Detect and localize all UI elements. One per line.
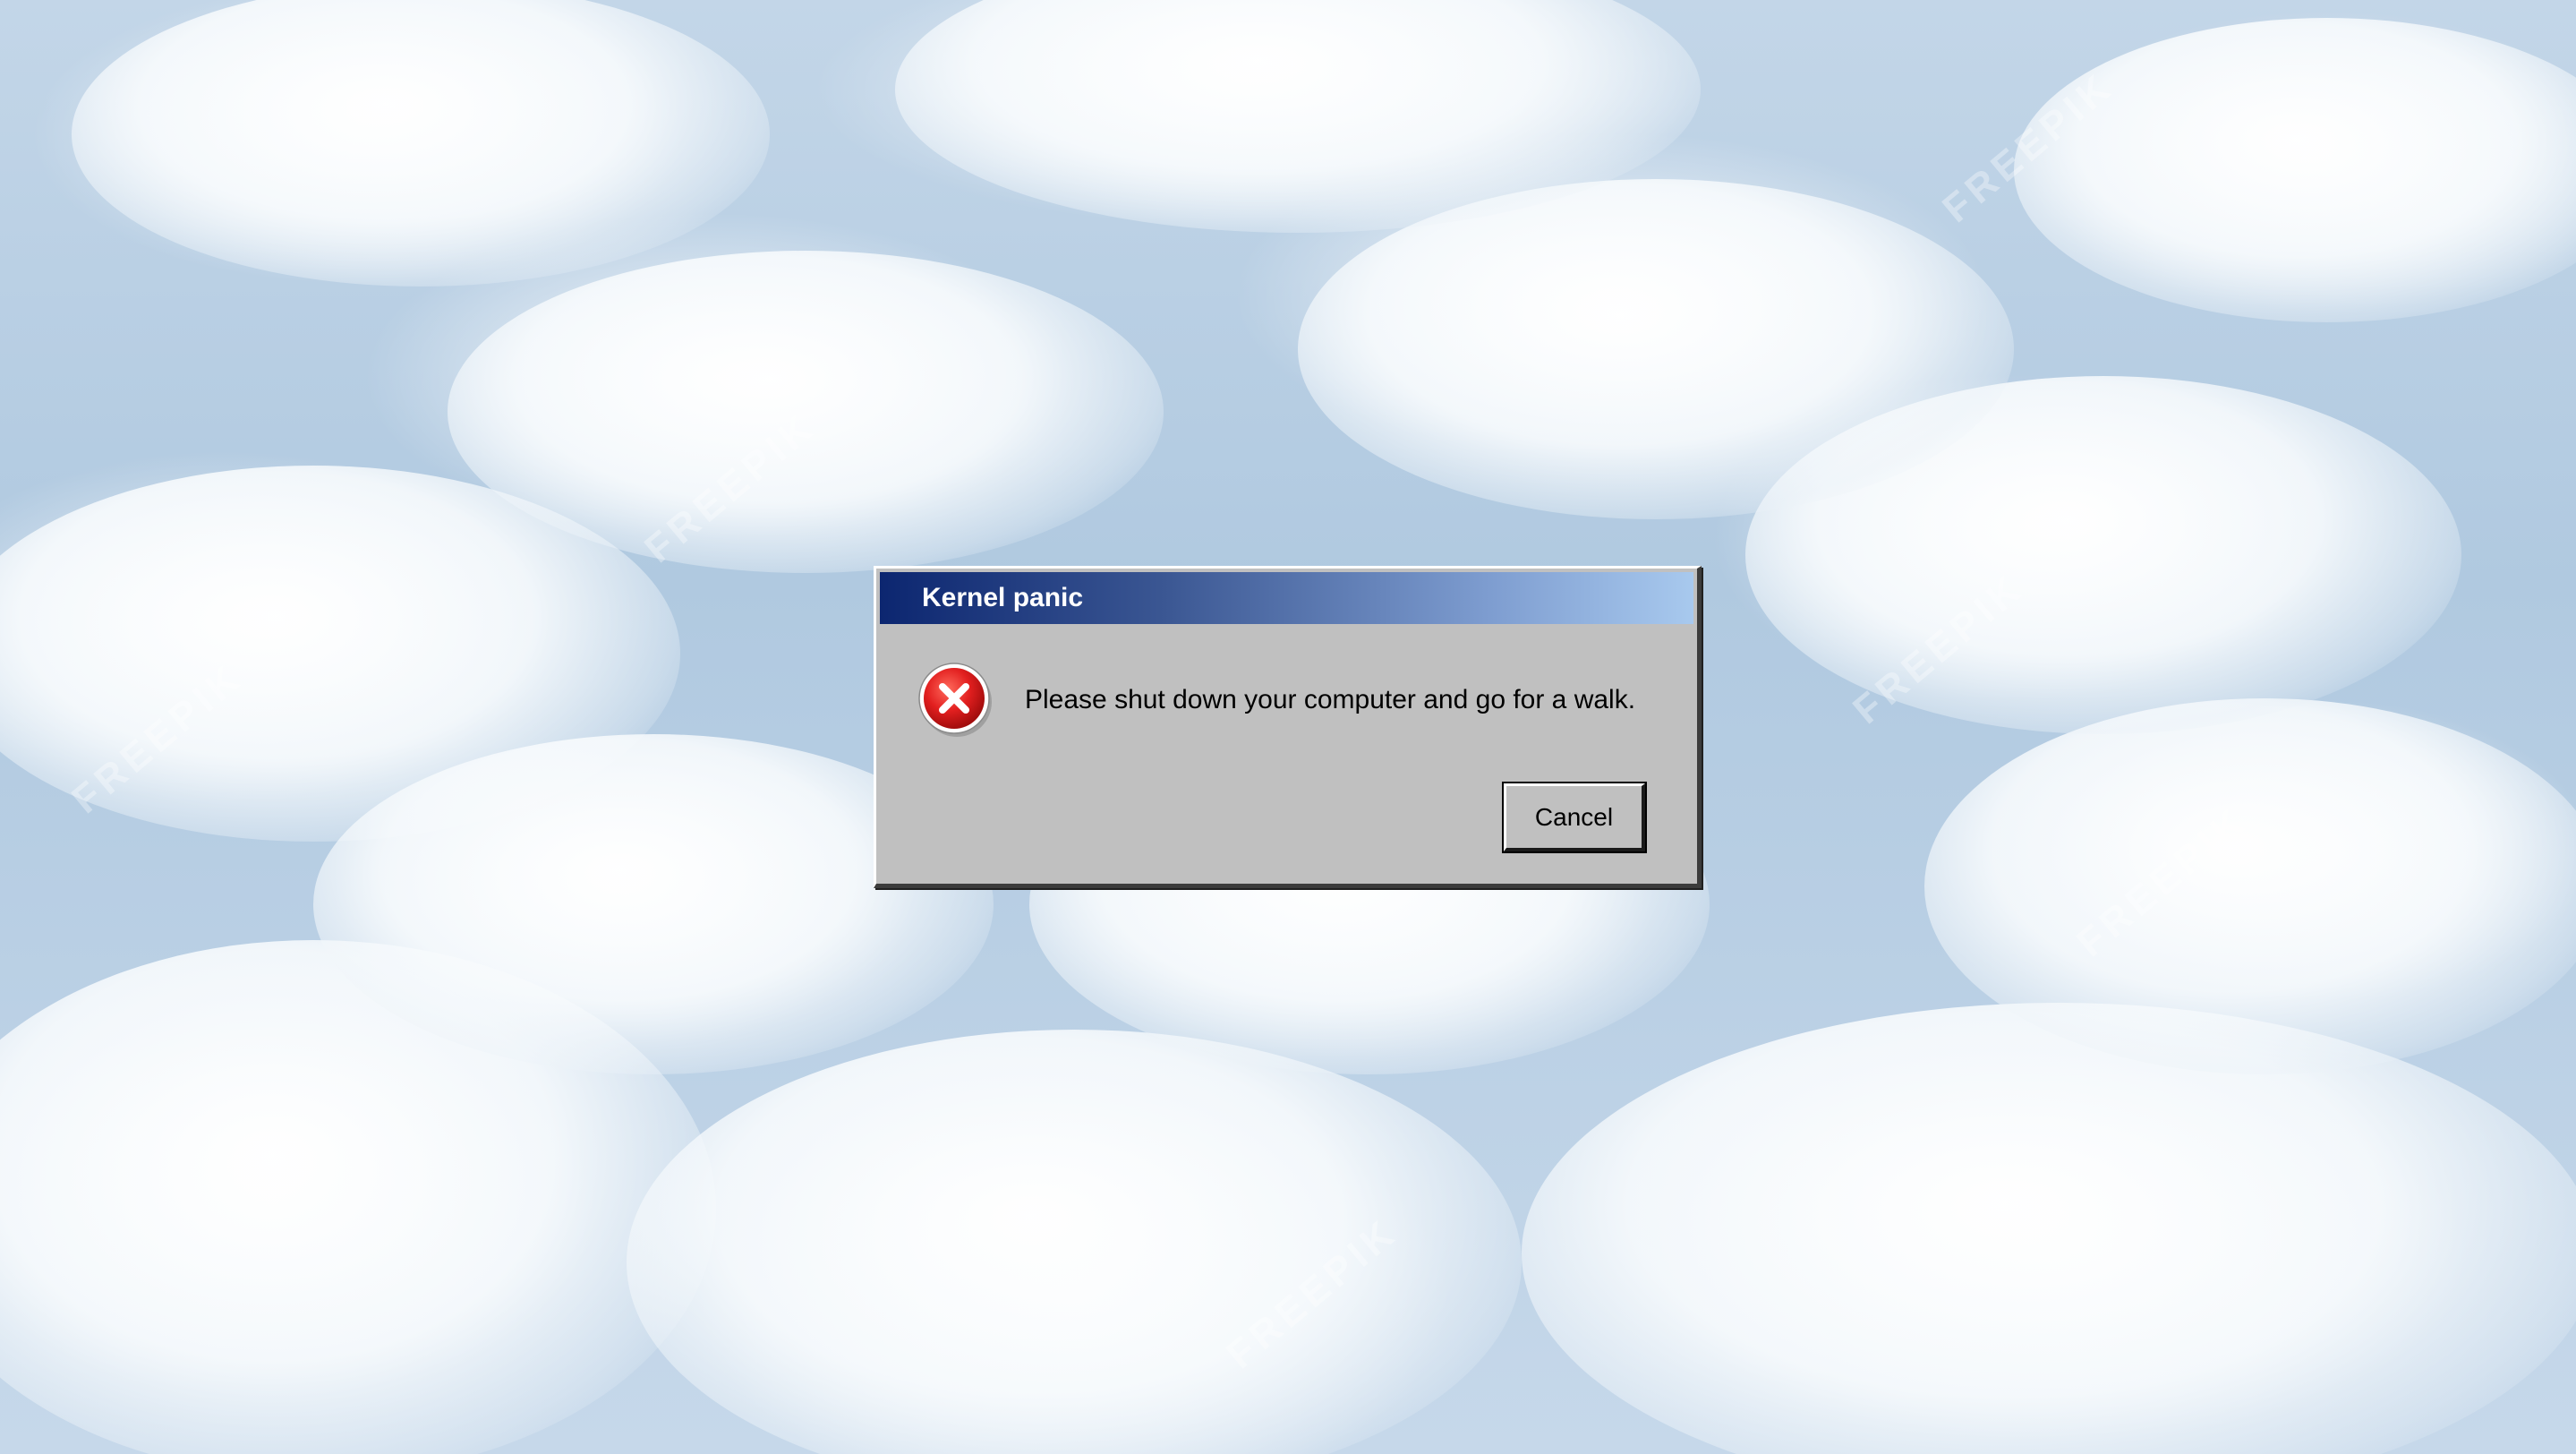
dialog-title: Kernel panic	[922, 583, 1084, 612]
error-icon	[916, 660, 994, 739]
dialog-message: Please shut down your computer and go fo…	[1025, 685, 1636, 714]
kernel-panic-dialog: Kernel panic Please shut down your compu…	[874, 566, 1702, 888]
cancel-button[interactable]: Cancel	[1502, 782, 1647, 853]
dialog-titlebar[interactable]: Kernel panic	[880, 572, 1693, 624]
